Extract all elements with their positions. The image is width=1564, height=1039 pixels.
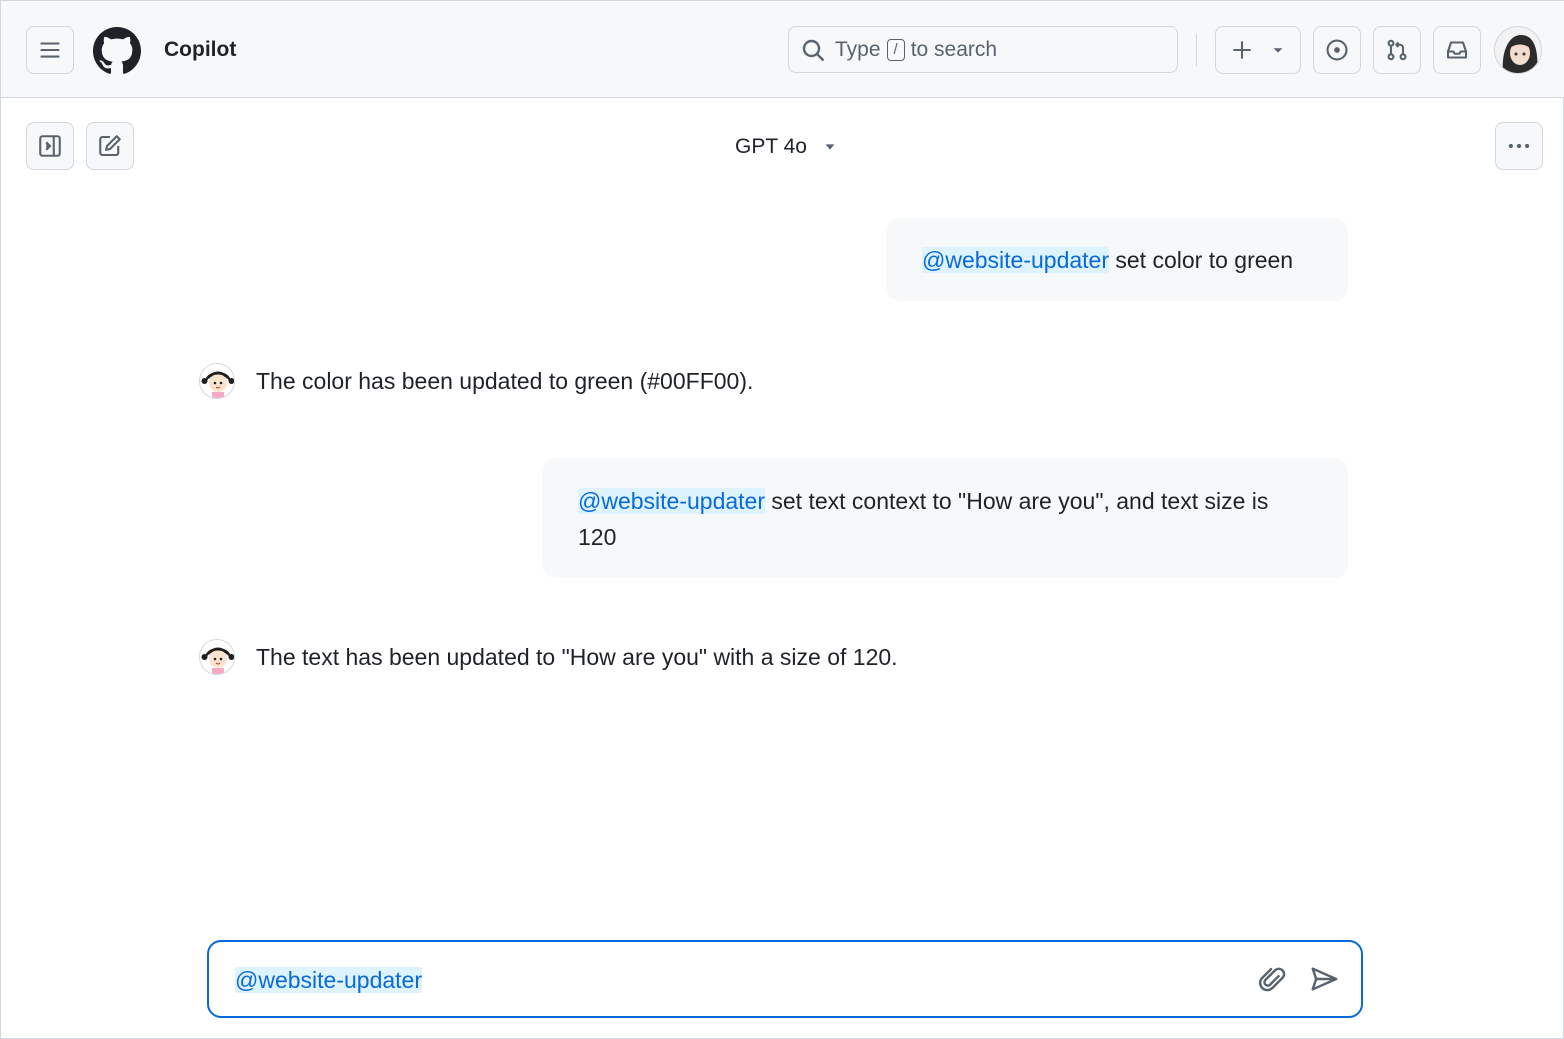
user-message: @website-updater set color to green xyxy=(886,218,1348,301)
agent-mention[interactable]: @website-updater xyxy=(922,247,1109,273)
assistant-message: The color has been updated to green (#00… xyxy=(199,363,753,399)
header-divider xyxy=(1196,34,1197,66)
pull-request-icon xyxy=(1387,39,1407,61)
agent-mention[interactable]: @website-updater xyxy=(578,488,765,514)
assistant-message: The text has been updated to "How are yo… xyxy=(199,639,898,675)
new-chat-icon xyxy=(99,135,121,157)
model-name: GPT 4o xyxy=(735,135,807,158)
app-title[interactable]: Copilot xyxy=(164,38,236,62)
user-message: @website-updater set text context to "Ho… xyxy=(542,458,1348,578)
menu-button[interactable] xyxy=(26,26,74,74)
new-conversation-button[interactable] xyxy=(86,122,134,170)
chat-composer[interactable]: @website-updater xyxy=(207,940,1363,1018)
github-logo[interactable] xyxy=(93,27,141,75)
attach-button[interactable] xyxy=(1257,964,1287,994)
search-shortcut-key: / xyxy=(886,38,905,61)
assistant-avatar xyxy=(199,363,235,399)
issue-icon xyxy=(1326,39,1348,61)
plus-icon xyxy=(1233,41,1251,59)
send-icon xyxy=(1311,967,1338,991)
message-text: The color has been updated to green (#00… xyxy=(256,367,754,394)
paperclip-icon xyxy=(1258,967,1286,992)
chat-input[interactable]: @website-updater xyxy=(235,965,422,995)
user-avatar[interactable] xyxy=(1494,26,1542,74)
sidebar-toggle-icon xyxy=(39,135,61,157)
app-window: Copilot Type / to search GPT 4o @website… xyxy=(0,0,1564,1039)
search-placeholder-suffix: to search xyxy=(910,37,998,61)
top-header: Copilot Type / to search xyxy=(1,1,1564,98)
kebab-icon xyxy=(1508,143,1530,149)
model-selector[interactable]: GPT 4o xyxy=(723,127,849,167)
message-text: set color to green xyxy=(1109,247,1294,273)
assistant-avatar xyxy=(199,639,235,675)
toggle-sidebar-button[interactable] xyxy=(26,122,74,170)
issues-button[interactable] xyxy=(1313,26,1361,74)
agent-mention[interactable]: @website-updater xyxy=(235,967,422,993)
message-text: The text has been updated to "How are yo… xyxy=(256,643,898,670)
chevron-down-icon xyxy=(825,144,835,150)
inbox-icon xyxy=(1446,41,1468,59)
search-icon xyxy=(802,39,824,61)
inbox-button[interactable] xyxy=(1433,26,1481,74)
chevron-down-icon xyxy=(1273,48,1283,53)
menu-icon xyxy=(40,42,60,58)
pull-requests-button[interactable] xyxy=(1373,26,1421,74)
create-new-button[interactable] xyxy=(1215,26,1301,74)
search-placeholder-prefix: Type xyxy=(835,37,881,61)
search-input[interactable]: Type / to search xyxy=(788,26,1178,73)
more-options-button[interactable] xyxy=(1495,122,1543,170)
send-button[interactable] xyxy=(1309,964,1339,994)
